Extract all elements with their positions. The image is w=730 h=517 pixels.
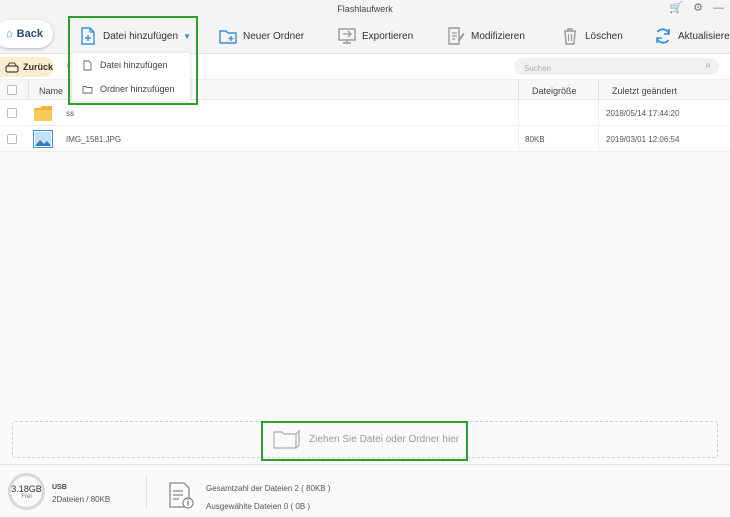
select-all-checkbox[interactable]	[7, 85, 17, 95]
file-info-icon	[169, 482, 194, 509]
new-folder-button[interactable]: Neuer Ordner	[218, 22, 304, 50]
modify-label: Modifizieren	[471, 30, 525, 42]
home-icon: ⌂	[6, 28, 13, 40]
cart-icon[interactable]: 🛒	[669, 1, 683, 14]
export-icon	[337, 26, 357, 46]
minimize-icon[interactable]: —	[713, 2, 724, 14]
drop-zone-highlight	[261, 421, 468, 461]
settings-icon[interactable]: ⚙	[693, 1, 703, 14]
row-modified: 2018/05/14 17:44:20	[606, 109, 680, 118]
trash-icon	[560, 26, 580, 46]
export-label: Exportieren	[362, 30, 414, 42]
modify-button[interactable]: Modifizieren	[446, 22, 525, 50]
files-summary: 2Dateien / 80KB	[52, 495, 111, 504]
window-title: Flashlaufwerk	[337, 4, 393, 14]
zuruck-label: Zurück	[23, 62, 54, 72]
search-box[interactable]: ⌕	[514, 58, 719, 77]
add-file-menu-highlight	[68, 16, 198, 105]
refresh-icon	[653, 26, 673, 46]
device-label: USB	[52, 484, 67, 491]
refresh-button[interactable]: Aktualisieren	[653, 22, 730, 50]
table-row[interactable]: IMG_1581.JPG 80KB 2019/03/01 12:06:54	[0, 126, 730, 152]
selected-files-text: Ausgewählte Dateien 0 ( 0B )	[206, 502, 311, 511]
disk-free-label: Frei	[21, 493, 32, 500]
column-header-modified[interactable]: Zuletzt geändert	[612, 86, 677, 96]
column-header-size[interactable]: Dateigröße	[532, 86, 577, 96]
search-input[interactable]	[514, 60, 719, 77]
back-button[interactable]: ⌂ Back	[0, 20, 53, 48]
disk-free-size: 3.18GB	[11, 483, 42, 494]
row-checkbox[interactable]	[7, 108, 17, 118]
column-header-name[interactable]: Name	[39, 86, 63, 96]
row-name: IMG_1581.JPG	[66, 135, 122, 144]
delete-label: Löschen	[585, 30, 623, 42]
new-folder-label: Neuer Ordner	[243, 30, 305, 42]
edit-icon	[446, 26, 466, 46]
back-button-label: Back	[16, 28, 43, 40]
row-name: ss	[66, 109, 74, 118]
delete-button[interactable]: Löschen	[560, 22, 623, 50]
search-icon[interactable]: ⌕	[705, 60, 711, 71]
status-bar: 3.18GB Frei USB 2Dateien / 80KB Gesamtza…	[0, 464, 730, 517]
row-modified: 2019/03/01 12:06:54	[606, 135, 680, 144]
refresh-label: Aktualisieren	[678, 30, 730, 42]
image-file-icon	[33, 130, 53, 148]
disk-usage-indicator: 3.18GB Frei	[8, 473, 45, 510]
row-size: 80KB	[525, 135, 545, 144]
zuruck-button[interactable]: Zurück	[0, 57, 54, 77]
new-folder-icon	[218, 26, 238, 46]
row-checkbox[interactable]	[7, 134, 17, 144]
total-files-text: Gesamtzahl der Dateien 2 ( 80KB )	[206, 484, 331, 493]
folder-icon	[34, 106, 52, 121]
drive-icon	[5, 61, 19, 73]
export-button[interactable]: Exportieren	[337, 22, 413, 50]
